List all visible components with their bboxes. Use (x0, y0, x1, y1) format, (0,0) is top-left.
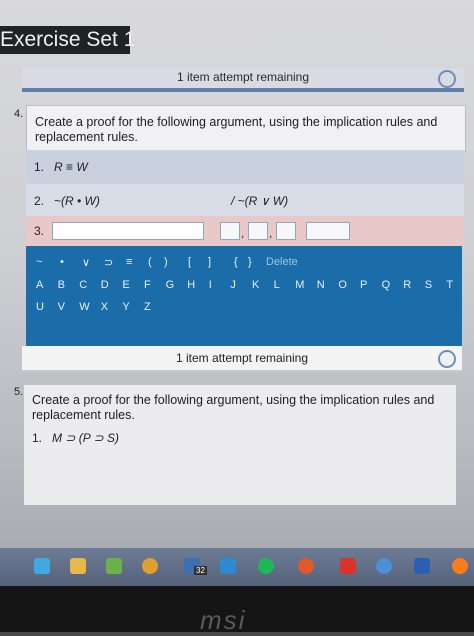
premise: ~(R • W) (54, 194, 100, 208)
key-letter[interactable]: B (58, 279, 65, 291)
key-horseshoe[interactable]: ⊃ (104, 256, 113, 269)
key-letter[interactable]: I (209, 279, 212, 291)
line-number: 3. (34, 224, 45, 238)
key-letter[interactable]: Q (382, 279, 391, 291)
key-open-paren[interactable]: ( (148, 256, 152, 268)
chrome-icon[interactable] (142, 558, 158, 574)
key-letter[interactable]: F (144, 279, 151, 291)
key-letter[interactable]: A (36, 279, 43, 291)
key-close-brace[interactable]: } (248, 256, 252, 268)
key-letter[interactable]: K (252, 279, 259, 291)
word-icon[interactable] (414, 558, 430, 574)
key-letter[interactable]: P (360, 279, 367, 291)
screen: Exercise Set 1 1 item attempt remaining … (0, 0, 474, 548)
line-number: 1. (34, 160, 45, 174)
key-letter[interactable]: Y (122, 301, 129, 313)
key-letter[interactable]: H (187, 279, 195, 291)
key-letter[interactable]: S (425, 279, 432, 291)
key-letter[interactable]: U (36, 301, 44, 313)
line-ref-input-3[interactable] (276, 222, 296, 240)
key-letter[interactable]: O (338, 279, 347, 291)
page-title: Exercise Set 1 (0, 26, 135, 54)
question-card: Create a proof for the following argumen… (24, 385, 456, 505)
browser-icon[interactable] (376, 558, 392, 574)
edge-icon[interactable] (34, 558, 50, 574)
key-letter[interactable]: Z (144, 301, 151, 313)
attempt-remaining-bottom: 1 item attempt remaining (22, 346, 462, 372)
firefox-icon[interactable] (452, 558, 468, 574)
premise: M ⊃ (P ⊃ S) (52, 431, 119, 445)
key-triple-bar[interactable]: ≡ (126, 256, 132, 268)
attempt-remaining-top: 1 item attempt remaining (22, 68, 464, 92)
key-open-bracket[interactable]: [ (188, 256, 191, 268)
conclusion: / ~(R ∨ W) (231, 194, 289, 208)
proof-line-1: 1. R ≡ W (26, 150, 464, 184)
key-dot[interactable]: • (60, 256, 64, 268)
dragon-icon[interactable] (340, 558, 356, 574)
key-letter[interactable]: L (274, 279, 280, 291)
key-letter[interactable]: T (446, 279, 453, 291)
key-letter[interactable]: X (101, 301, 108, 313)
separator: , (269, 226, 273, 240)
key-letter[interactable]: J (230, 279, 236, 291)
line-ref-input-2[interactable] (248, 222, 268, 240)
separator: , (241, 226, 245, 240)
question-card: Create a proof for the following argumen… (26, 105, 466, 152)
key-letter[interactable]: N (317, 279, 325, 291)
brand-logo: msi (200, 605, 247, 635)
key-or[interactable]: ∨ (82, 256, 90, 269)
key-letter[interactable]: V (58, 301, 65, 313)
key-tilde[interactable]: ~ (36, 256, 42, 268)
taskbar: 32 (0, 548, 474, 586)
key-letter[interactable]: E (122, 279, 129, 291)
line-number: 1. (32, 431, 43, 445)
rule-select[interactable] (306, 222, 350, 240)
key-letter[interactable]: M (295, 279, 304, 291)
status-radio-bottom[interactable] (438, 350, 456, 368)
line-ref-input-1[interactable] (220, 222, 240, 240)
key-letter[interactable]: G (166, 279, 175, 291)
folder-icon[interactable] (70, 558, 86, 574)
store-icon[interactable] (106, 558, 122, 574)
key-close-paren[interactable]: ) (164, 256, 168, 268)
delete-button[interactable]: Delete (266, 256, 298, 268)
key-open-brace[interactable]: { (234, 256, 238, 268)
key-letter[interactable]: R (403, 279, 411, 291)
question-number: 4. (14, 108, 24, 120)
key-letter[interactable]: W (79, 301, 89, 313)
question-number: 5. (14, 386, 24, 398)
mail-badge: 32 (194, 566, 207, 575)
question-text: Create a proof for the following argumen… (35, 115, 438, 144)
media-icon[interactable] (298, 558, 314, 574)
spotify-icon[interactable] (258, 558, 274, 574)
line-number: 2. (34, 194, 45, 208)
app-icon[interactable] (220, 558, 236, 574)
proof-line-3: 3. , , (26, 216, 464, 246)
key-letter[interactable]: C (79, 279, 87, 291)
status-radio-top[interactable] (438, 70, 456, 88)
key-letter[interactable]: D (101, 279, 109, 291)
formula-input[interactable] (52, 222, 204, 240)
premise: R ≡ W (54, 160, 88, 174)
mail-icon[interactable]: 32 (184, 558, 207, 575)
proof-line-2: 2. ~(R • W) / ~(R ∨ W) (26, 184, 464, 218)
key-close-bracket[interactable]: ] (208, 256, 211, 268)
question-text: Create a proof for the following argumen… (32, 393, 435, 422)
symbol-keyboard: ~ • ∨ ⊃ ≡ ( ) [ ] { } Delete A B C D E F GH I J K… (26, 246, 462, 350)
